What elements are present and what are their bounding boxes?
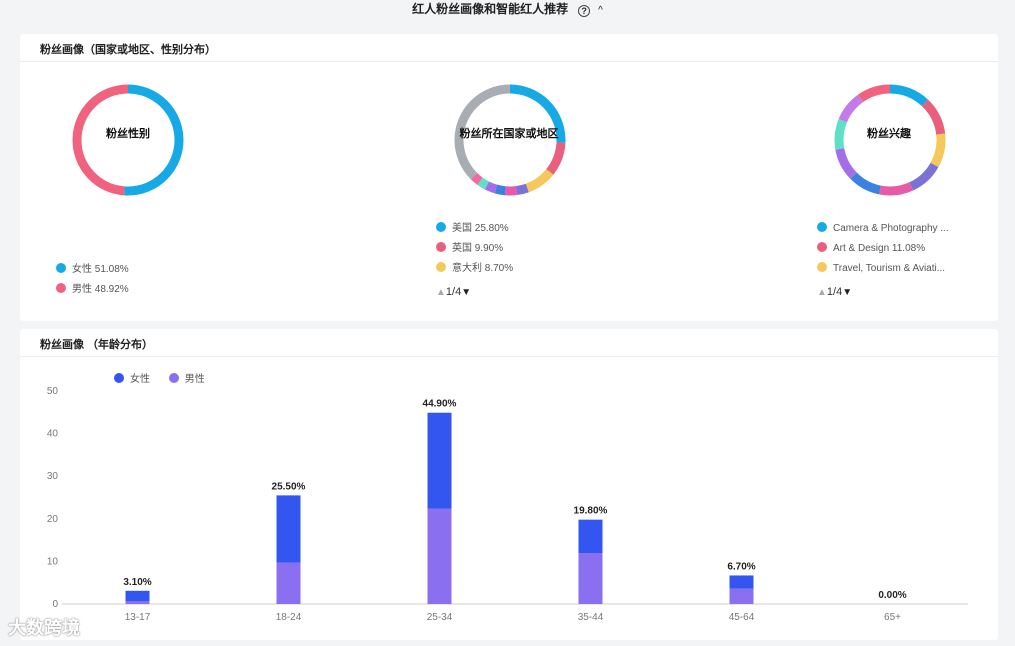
interest-legend: Camera & Photography ... Art & Design 11… bbox=[817, 219, 949, 279]
watermark-logo: 大数跨境 bbox=[8, 618, 80, 638]
x-tick-label: 45-64 bbox=[729, 612, 755, 623]
bar-total-label: 19.80% bbox=[574, 506, 608, 517]
bar-segment[interactable] bbox=[427, 508, 452, 604]
pager-next-icon[interactable]: ▼ bbox=[842, 287, 852, 298]
legend-name: 女性 bbox=[72, 264, 92, 275]
legend-value: 25.80% bbox=[474, 223, 509, 234]
pager-next-icon[interactable]: ▼ bbox=[461, 287, 471, 298]
legend-item[interactable]: Art & Design 11.08% bbox=[817, 239, 949, 259]
legend-name: 男性 bbox=[72, 284, 92, 295]
interest-donut-label: 粉丝兴趣 bbox=[867, 128, 911, 140]
legend-value: 8.70% bbox=[484, 263, 514, 274]
legend-dot bbox=[56, 283, 66, 293]
bar-segment[interactable] bbox=[729, 588, 754, 604]
bar-segment[interactable] bbox=[125, 601, 150, 604]
bar-total-label: 44.90% bbox=[423, 399, 457, 410]
x-tick-label: 13-17 bbox=[125, 612, 151, 623]
legend-name: 英国 bbox=[452, 243, 472, 254]
legend-dot bbox=[436, 222, 446, 232]
legend-name: 美国 bbox=[452, 223, 472, 234]
legend-name: Art & Design 11.08% bbox=[833, 243, 926, 254]
legend-dot bbox=[817, 222, 827, 232]
pager-prev-icon[interactable]: ▲ bbox=[436, 287, 446, 298]
x-tick-label: 35-44 bbox=[578, 612, 604, 623]
legend-name: 意大利 bbox=[452, 263, 482, 274]
help-icon[interactable]: ? bbox=[578, 5, 591, 17]
legend-item[interactable]: Travel, Tourism & Aviati... bbox=[817, 259, 949, 279]
gender-legend: 女性 51.08% 男性 48.92% bbox=[56, 260, 129, 300]
x-tick-label: 18-24 bbox=[276, 612, 302, 623]
section-title: 红人粉丝画像和智能红人推荐 bbox=[412, 2, 569, 16]
legend-item[interactable]: 意大利 8.70% bbox=[436, 259, 513, 279]
legend-item[interactable]: Camera & Photography ... bbox=[817, 219, 949, 239]
bar-segment[interactable] bbox=[276, 562, 301, 604]
bar-segment[interactable] bbox=[427, 412, 452, 509]
bar-total-label: 6.70% bbox=[727, 561, 755, 572]
interest-pager: ▲1/4▼ bbox=[817, 286, 852, 298]
y-tick-label: 10 bbox=[47, 556, 59, 567]
y-tick-label: 40 bbox=[47, 429, 59, 440]
y-tick-label: 50 bbox=[47, 386, 59, 397]
legend-value: 51.08% bbox=[94, 264, 129, 275]
y-tick-label: 20 bbox=[47, 514, 59, 525]
legend-dot bbox=[436, 262, 446, 272]
bar-segment[interactable] bbox=[729, 575, 754, 589]
legend-name: Travel, Tourism & Aviati... bbox=[833, 263, 946, 274]
legend-item[interactable]: 女性 51.08% bbox=[56, 260, 129, 280]
pager-text: 1/4 bbox=[826, 286, 843, 298]
bar-total-label: 0.00% bbox=[878, 590, 906, 601]
legend-dot bbox=[817, 242, 827, 252]
legend-name: Camera & Photography ... bbox=[833, 223, 949, 234]
bar-segment[interactable] bbox=[125, 590, 150, 602]
legend-value: 48.92% bbox=[94, 284, 129, 295]
legend-dot bbox=[56, 263, 66, 273]
bar-segment[interactable] bbox=[578, 519, 603, 554]
country-donut-label: 粉丝所在国家或地区 bbox=[459, 128, 559, 140]
section-header: 红人粉丝画像和智能红人推荐? ^ bbox=[0, 0, 1015, 22]
bar-segment[interactable] bbox=[578, 553, 603, 604]
divider bbox=[20, 61, 998, 62]
y-tick-label: 30 bbox=[47, 471, 59, 482]
x-tick-label: 65+ bbox=[884, 612, 901, 623]
legend-dot bbox=[817, 262, 827, 272]
country-legend: 美国 25.80% 英国 9.90% 意大利 8.70% bbox=[436, 219, 513, 279]
legend-item[interactable]: 美国 25.80% bbox=[436, 219, 513, 239]
pager-prev-icon[interactable]: ▲ bbox=[817, 287, 827, 298]
card-title: 粉丝画像（国家或地区、性别分布） bbox=[40, 44, 216, 56]
bar-total-label: 3.10% bbox=[123, 577, 151, 588]
bar-total-label: 25.50% bbox=[272, 481, 306, 492]
chevron-up-icon[interactable]: ^ bbox=[598, 2, 603, 20]
legend-item[interactable]: 英国 9.90% bbox=[436, 239, 513, 259]
bar-segment[interactable] bbox=[276, 495, 301, 563]
gender-donut-label: 粉丝性别 bbox=[106, 128, 150, 140]
legend-item[interactable]: 男性 48.92% bbox=[56, 280, 129, 300]
age-distribution-card: 粉丝画像 （年龄分布） 女性 男性 0 10 20 30 40 50 3.10% 13-17 2… bbox=[20, 329, 998, 640]
pager-text: 1/4 bbox=[445, 286, 462, 298]
fan-profile-card: 粉丝画像（国家或地区、性别分布） 粉丝性别 女性 51.08% 男性 48.92… bbox=[20, 34, 998, 321]
legend-value: 9.90% bbox=[474, 243, 504, 254]
age-bar-chart: 0 10 20 30 40 50 3.10% 13-17 25.50% 18-24 44.90% 25… bbox=[47, 386, 968, 623]
y-tick-label: 0 bbox=[52, 599, 58, 610]
country-pager: ▲1/4▼ bbox=[436, 286, 471, 298]
x-tick-label: 25-34 bbox=[427, 612, 453, 623]
legend-dot bbox=[436, 242, 446, 252]
